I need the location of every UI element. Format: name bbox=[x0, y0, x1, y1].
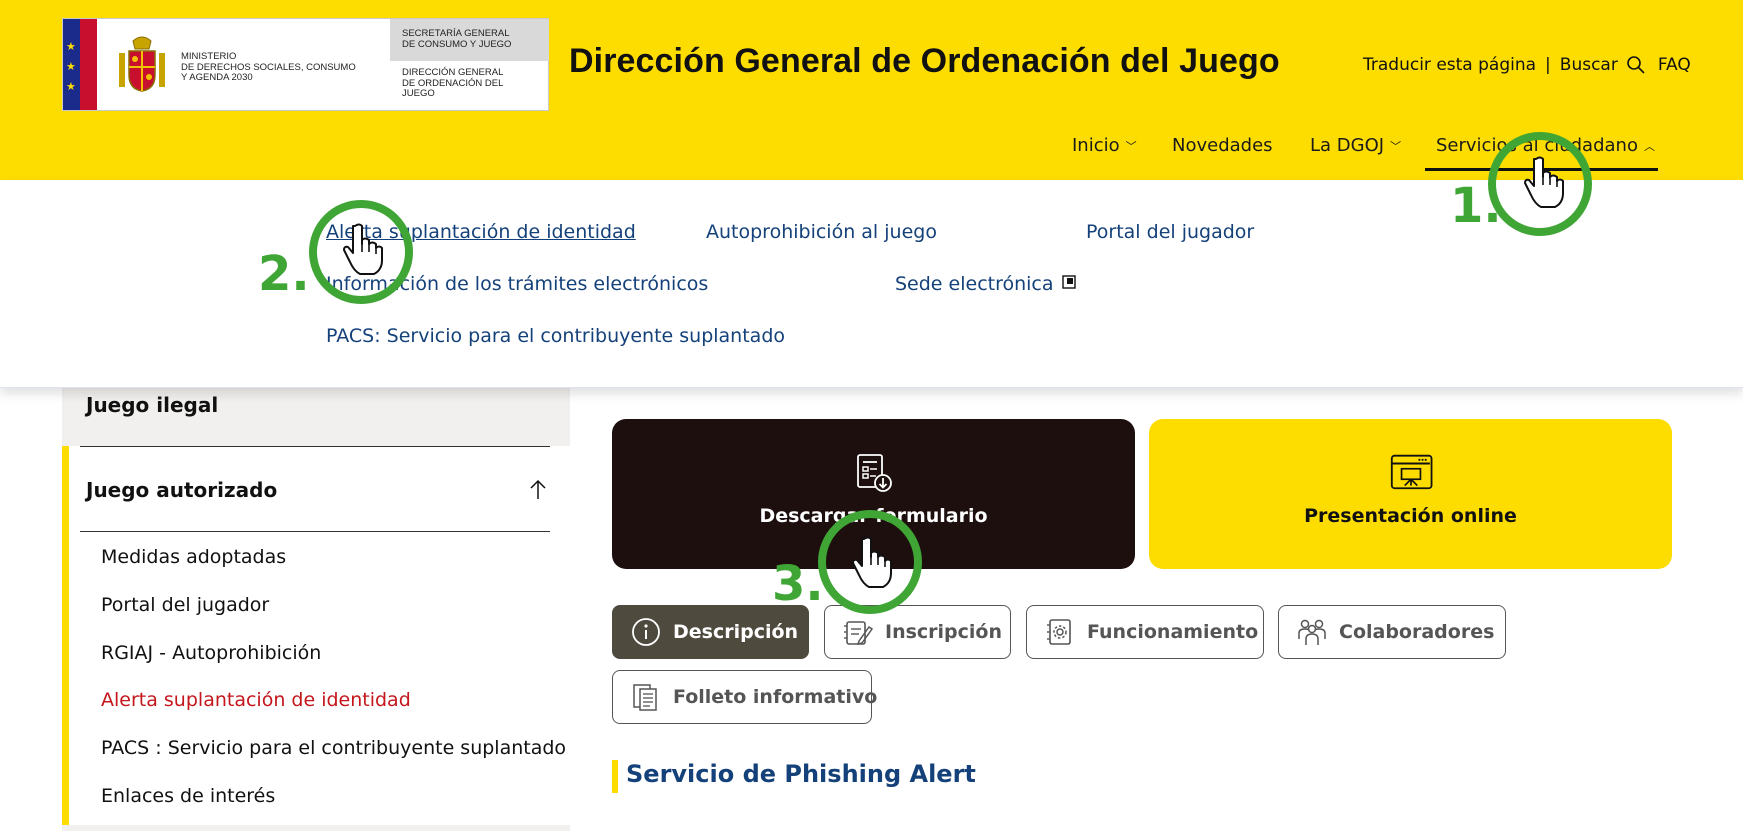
arrow-up-icon[interactable] bbox=[528, 478, 548, 500]
sidebar-item-pacs[interactable]: PACS : Servicio para el contribuyente su… bbox=[101, 737, 566, 759]
separator: | bbox=[1545, 55, 1551, 75]
dropdown-link-autoprohibicion[interactable]: Autoprohibición al juego bbox=[706, 221, 937, 243]
coat-of-arms-icon bbox=[119, 36, 165, 92]
tab-funcionamiento[interactable]: Funcionamiento bbox=[1026, 605, 1264, 659]
presentation-screen-icon bbox=[1390, 454, 1432, 490]
site-header: ★ ★ ★ MINISTERIO DE DERECHOS SOCIALES, C… bbox=[0, 0, 1743, 180]
annotation-number-2: 2. bbox=[258, 246, 310, 302]
search-link[interactable]: Buscar bbox=[1560, 55, 1618, 75]
section-title-accent bbox=[612, 760, 618, 793]
nav-item-novedades[interactable]: Novedades bbox=[1172, 135, 1273, 156]
sidebar-footer-strip bbox=[62, 825, 570, 831]
sidebar-item-enlaces[interactable]: Enlaces de interés bbox=[101, 785, 275, 807]
chevron-down-icon: ﹀ bbox=[1390, 139, 1402, 153]
nav-label: Inicio bbox=[1072, 135, 1120, 156]
hand-cursor-icon bbox=[1524, 156, 1564, 208]
ministry-name: MINISTERIO DE DERECHOS SOCIALES, CONSUMO… bbox=[181, 51, 356, 83]
tab-inscripcion[interactable]: Inscripción bbox=[824, 605, 1011, 659]
tab-label: Inscripción bbox=[885, 621, 1003, 643]
gear-notebook-icon bbox=[1047, 619, 1071, 645]
section-title: Servicio de Phishing Alert bbox=[626, 760, 976, 788]
dropdown-link-sede-electronica-wrap[interactable]: Sede electrónica bbox=[895, 273, 1076, 295]
external-link-icon bbox=[1061, 275, 1076, 289]
tab-folleto-informativo[interactable]: Folleto informativo bbox=[612, 670, 877, 724]
utility-links: Traducir esta página | Buscar FAQ bbox=[1363, 55, 1691, 75]
sidebar: Juego ilegal Juego autorizado Medidas ad… bbox=[62, 388, 570, 831]
sidebar-active-bar bbox=[62, 446, 69, 831]
government-logo[interactable]: ★ ★ ★ MINISTERIO DE DERECHOS SOCIALES, C… bbox=[62, 18, 549, 111]
spain-eu-flag-icon: ★ ★ ★ bbox=[63, 19, 97, 110]
sidebar-item-medidas-adoptadas[interactable]: Medidas adoptadas bbox=[101, 546, 286, 568]
tab-descripcion[interactable]: Descripción bbox=[612, 605, 809, 659]
tab-colaboradores[interactable]: Colaboradores bbox=[1278, 605, 1506, 659]
sidebar-section-ilegal[interactable]: Juego ilegal bbox=[62, 388, 570, 446]
divider bbox=[80, 446, 550, 447]
divider bbox=[80, 531, 550, 532]
document-pages-icon bbox=[633, 684, 657, 711]
annotation-number-1: 1. bbox=[1450, 178, 1502, 234]
tab-label: Folleto informativo bbox=[673, 686, 878, 708]
nav-item-inicio[interactable]: Inicio ﹀ bbox=[1072, 135, 1137, 156]
translate-link[interactable]: Traducir esta página bbox=[1363, 55, 1536, 75]
directorate-name: DIRECCIÓN GENERAL DE ORDENACIÓN DEL JUEG… bbox=[402, 67, 504, 99]
nav-label: Novedades bbox=[1172, 135, 1273, 156]
site-title[interactable]: Dirección General de Ordenación del Jueg… bbox=[569, 42, 1280, 81]
chevron-up-icon: ︿ bbox=[1643, 139, 1655, 153]
online-submission-card[interactable]: Presentación online bbox=[1149, 419, 1672, 569]
sidebar-item-alerta-suplantacion[interactable]: Alerta suplantación de identidad bbox=[101, 689, 411, 711]
nav-label: La DGOJ bbox=[1310, 135, 1385, 156]
form-download-icon bbox=[856, 454, 892, 492]
sidebar-item-rgiaj[interactable]: RGIAJ - Autoprohibición bbox=[101, 642, 321, 664]
chevron-down-icon: ﹀ bbox=[1125, 139, 1137, 153]
tab-label: Funcionamiento bbox=[1087, 621, 1259, 643]
notepad-pencil-icon bbox=[844, 621, 873, 646]
tab-label: Colaboradores bbox=[1339, 621, 1495, 643]
sidebar-section-autorizado[interactable]: Juego autorizado bbox=[86, 478, 277, 502]
info-icon bbox=[632, 618, 660, 646]
annotation-number-3: 3. bbox=[772, 556, 824, 612]
people-group-icon bbox=[1298, 619, 1326, 645]
dropdown-link-pacs[interactable]: PACS: Servicio para el contribuyente sup… bbox=[326, 325, 785, 347]
sidebar-item-portal-jugador[interactable]: Portal del jugador bbox=[101, 594, 269, 616]
tab-label: Descripción bbox=[673, 621, 799, 643]
sidebar-section-ilegal-label: Juego ilegal bbox=[86, 393, 219, 417]
secretary-name: SECRETARÍA GENERAL DE CONSUMO Y JUEGO bbox=[390, 19, 549, 61]
hand-cursor-icon bbox=[343, 223, 383, 275]
dropdown-link-portal-jugador[interactable]: Portal del jugador bbox=[1086, 221, 1254, 243]
dropdown-link-sede-electronica[interactable]: Sede electrónica bbox=[895, 273, 1054, 295]
logo-directorate-block: SECRETARÍA GENERAL DE CONSUMO Y JUEGO DI… bbox=[390, 19, 549, 110]
search-icon[interactable] bbox=[1626, 55, 1646, 75]
page: ★ ★ ★ MINISTERIO DE DERECHOS SOCIALES, C… bbox=[0, 0, 1743, 831]
faq-link[interactable]: FAQ bbox=[1658, 55, 1691, 75]
nav-item-la-dgoj[interactable]: La DGOJ ﹀ bbox=[1310, 135, 1401, 156]
online-submission-label: Presentación online bbox=[1304, 505, 1517, 527]
hand-cursor-icon bbox=[852, 536, 892, 588]
